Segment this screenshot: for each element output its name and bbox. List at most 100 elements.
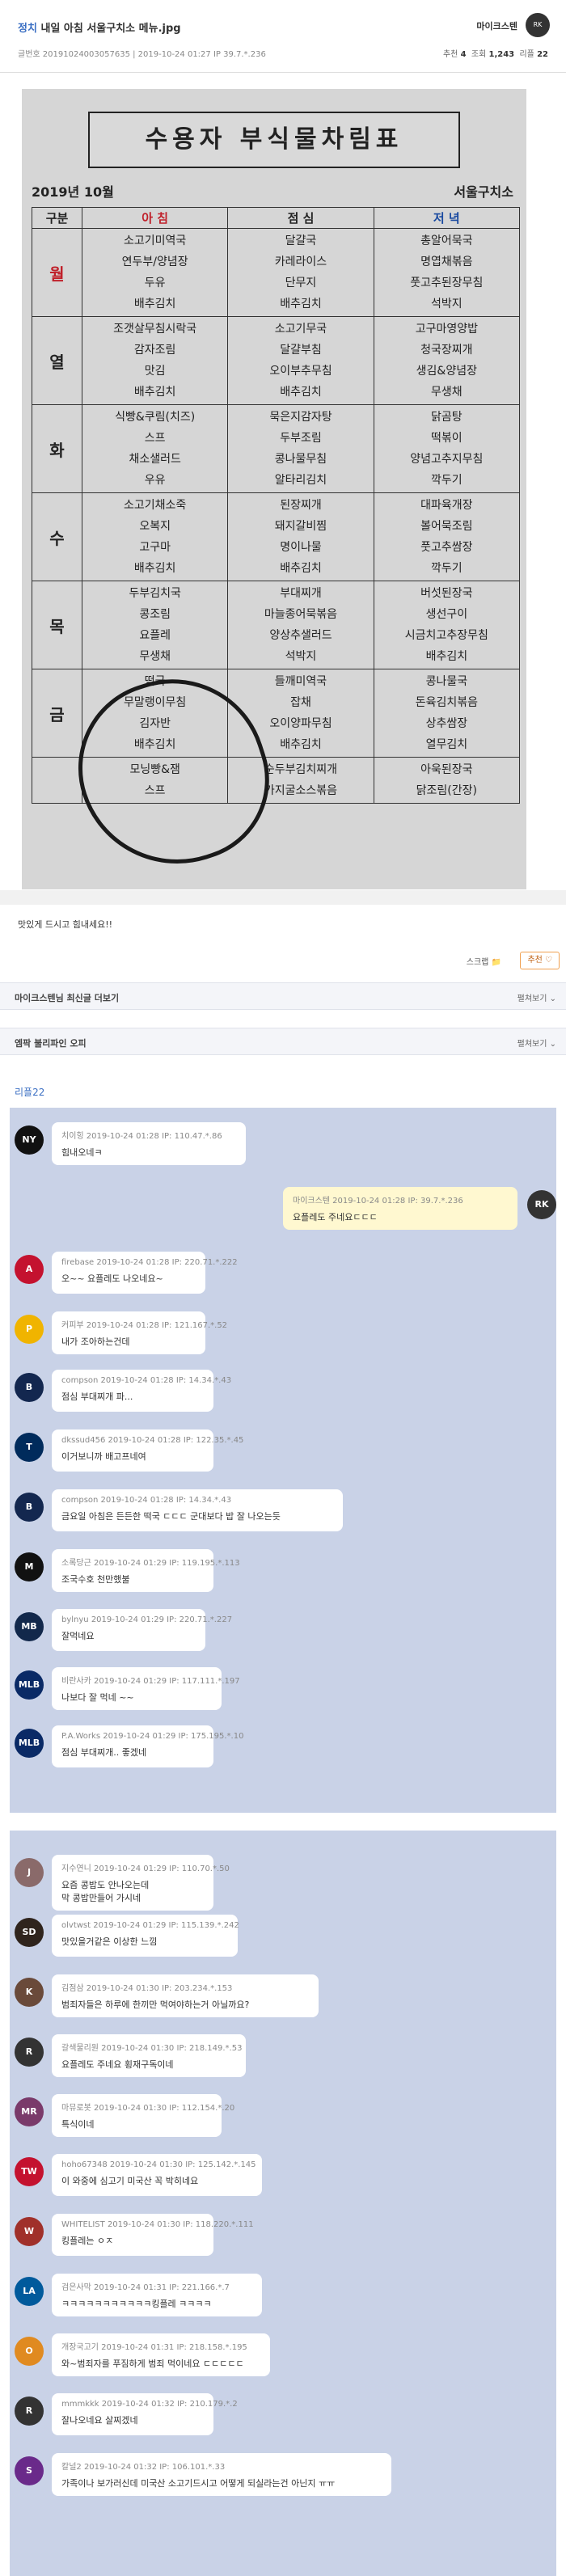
post-category[interactable]: 정치 (18, 23, 37, 35)
comment-bubble: P.A.Works 2019-10-24 01:29 IP: 175.195.*… (52, 1725, 244, 1767)
avatar[interactable]: T (15, 1433, 44, 1462)
avatar[interactable]: M (15, 1552, 44, 1581)
comment-user[interactable]: 칼널2 (61, 2463, 82, 2472)
avatar[interactable]: MLB (15, 1729, 44, 1758)
avatar[interactable]: B (15, 1373, 44, 1402)
comment-user[interactable]: 김점삼 (61, 1984, 84, 1993)
comment-user[interactable]: compson (61, 1496, 98, 1505)
comment-user[interactable]: 검은사막 (61, 2283, 91, 2292)
col-header: 구분 (32, 207, 82, 229)
comment-meta: 비란사카 2019-10-24 01:29 IP: 117.111.*.197 (61, 1677, 240, 1686)
menu-item: 알타리김치 (274, 474, 327, 487)
avatar[interactable]: R (15, 2397, 44, 2426)
post-author[interactable]: 마이크스텐 (476, 19, 517, 32)
menu-item: 달걀부침 (280, 344, 322, 357)
menu-item: 버섯된장국 (420, 587, 473, 600)
avatar[interactable]: MR (15, 2097, 44, 2126)
avatar[interactable]: TW (15, 2157, 44, 2186)
comment-bubble: bylnyu 2019-10-24 01:29 IP: 220.71.*.227… (52, 1609, 232, 1651)
comment-user[interactable]: 마이크스텐 (293, 1197, 330, 1206)
comment-user[interactable]: firebase (61, 1258, 94, 1267)
comment-text: 힘내오네ㅋ (61, 1147, 103, 1158)
comment-bubble: 지수연니 2019-10-24 01:29 IP: 110.70.*.50 요즘 … (52, 1855, 230, 1911)
menu-item: 마늘종어묵볶음 (264, 608, 338, 621)
avatar[interactable]: MB (15, 1612, 44, 1641)
comment-user[interactable]: mmmkkk (61, 2400, 99, 2409)
comment-meta: 검은사막 2019-10-24 01:31 IP: 221.166.*.7 (61, 2283, 230, 2292)
comment-bubble: dkssud456 2019-10-24 01:28 IP: 122.35.*.… (52, 1429, 243, 1472)
comment-text: 요플레도 주네요ㄷㄷㄷ (293, 1212, 378, 1223)
avatar[interactable]: NY (15, 1125, 44, 1155)
menu-item: 무생채 (431, 386, 463, 399)
comment-user[interactable]: 커피부 (61, 1321, 84, 1330)
view-count: 1,243 (488, 50, 515, 59)
avatar[interactable]: B (15, 1493, 44, 1522)
avatar[interactable]: LA (15, 2277, 44, 2306)
menu-item: 식빵&쿠림(치즈) (115, 411, 196, 424)
comment-user[interactable]: olvtwst (61, 1921, 91, 1930)
comment-text: 오~~ 요플레도 나오네요~ (61, 1273, 163, 1284)
comment-user[interactable]: 치이힝 (61, 1132, 84, 1141)
scrap-button[interactable]: 스크랩 📁 (467, 955, 501, 967)
comment-user[interactable]: 소록당근 (61, 1559, 91, 1568)
avatar[interactable]: R (15, 2038, 44, 2067)
comment-bubble: WHITELIST 2019-10-24 01:30 IP: 118.220.*… (52, 2214, 254, 2256)
author-more-link[interactable]: 마이크스텐님 최신글 더보기 (15, 991, 119, 1004)
menu-title: 수용자 부식물차림표 (88, 112, 460, 168)
comment-user[interactable]: bylnyu (61, 1615, 89, 1624)
comment-text: 범죄자들은 하루에 한끼만 먹여야하는거 아닐까요? (61, 2000, 250, 2010)
menu-item: 배추김치 (133, 562, 176, 575)
comment-user[interactable]: 개장국고기 (61, 2343, 99, 2352)
menu-item: 닭조림(간장) (416, 784, 477, 797)
menu-item: 무생채 (139, 650, 171, 663)
menu-item: 연두부/양념장 (121, 255, 188, 268)
comment-user[interactable]: dkssud456 (61, 1436, 105, 1445)
comment-meta: 소록당근 2019-10-24 01:29 IP: 119.195.*.113 (61, 1559, 240, 1568)
comment-user[interactable]: 갈색물리원 (61, 2044, 99, 2053)
avatar[interactable]: MLB (15, 1670, 44, 1700)
menu-item: 단무지 (285, 277, 317, 289)
menu-cell-lunch: 부대찌개 마늘종어묵볶음 양상추샐러드 석박지 (227, 581, 374, 669)
comment-bubble: mmmkkk 2019-10-24 01:32 IP: 210.179.*.2 잘… (52, 2393, 238, 2435)
comment-bubble: 개장국고기 2019-10-24 01:31 IP: 218.158.*.195… (52, 2333, 270, 2376)
menu-item: 깍두기 (431, 474, 463, 487)
author-more-bar[interactable]: 마이크스텐님 최신글 더보기 펼쳐보기 ⌄ (0, 982, 566, 1010)
avatar[interactable]: J (15, 1858, 44, 1887)
avatar[interactable]: SD (15, 1918, 44, 1947)
comment-user[interactable]: hoho67348 (61, 2160, 108, 2169)
avatar[interactable]: RK (527, 1190, 556, 1219)
gallery-bar[interactable]: 엠팍 불리파인 오피 펼쳐보기 ⌄ (0, 1028, 566, 1055)
comment-meta: P.A.Works 2019-10-24 01:29 IP: 175.195.*… (61, 1732, 244, 1741)
avatar[interactable]: A (15, 1255, 44, 1284)
avatar[interactable]: S (15, 2456, 44, 2485)
menu-item: 총알어묵국 (420, 234, 473, 247)
menu-item: 콩조림 (139, 608, 171, 621)
menu-facility: 서울구치소 (454, 184, 513, 200)
comment-bubble: olvtwst 2019-10-24 01:29 IP: 115.139.*.2… (52, 1915, 239, 1957)
menu-cell-breakfast: 소고기채소죽 오복지 고구마 배추김치 (81, 492, 229, 581)
comment-bubble: firebase 2019-10-24 01:28 IP: 220.71.*.2… (52, 1252, 238, 1294)
menu-item: 시금치고추장무침 (404, 629, 488, 642)
menu-cell-dinner: 고구마영양밥 청국장찌개 생김&양념장 무생채 (373, 316, 521, 405)
expand-link[interactable]: 펼쳐보기 ⌄ (517, 1037, 556, 1049)
menu-year-month: 2019년 10월 (32, 184, 114, 200)
avatar[interactable]: O (15, 2337, 44, 2366)
expand-link[interactable]: 펼쳐보기 ⌄ (517, 991, 556, 1003)
comment-text: 조국수호 천만했불 (61, 1574, 130, 1585)
comment-user[interactable]: 마뮤로봇 (61, 2104, 91, 2113)
recommend-button[interactable]: 추천 ♡ (520, 952, 560, 969)
comment-user[interactable]: WHITELIST (61, 2220, 105, 2229)
gallery-link[interactable]: 엠팍 불리파인 오피 (15, 1037, 87, 1049)
comment-user[interactable]: 지수연니 (61, 1864, 91, 1873)
menu-item: 고구마영양밥 (415, 323, 478, 336)
menu-item: 소고기미역국 (124, 234, 187, 247)
avatar[interactable]: W (15, 2217, 44, 2246)
comment-user[interactable]: 비란사카 (61, 1677, 91, 1686)
post-actions: 스크랩 📁 추천 ♡ (0, 950, 566, 973)
menu-item: 생선구이 (425, 608, 468, 621)
comment-user[interactable]: compson (61, 1376, 98, 1385)
avatar[interactable]: P (15, 1315, 44, 1344)
comment-bubble: 칼널2 2019-10-24 01:32 IP: 106.101.*.33 가족이… (52, 2453, 391, 2496)
avatar[interactable]: K (15, 1978, 44, 2007)
comment-user[interactable]: P.A.Works (61, 1732, 100, 1741)
